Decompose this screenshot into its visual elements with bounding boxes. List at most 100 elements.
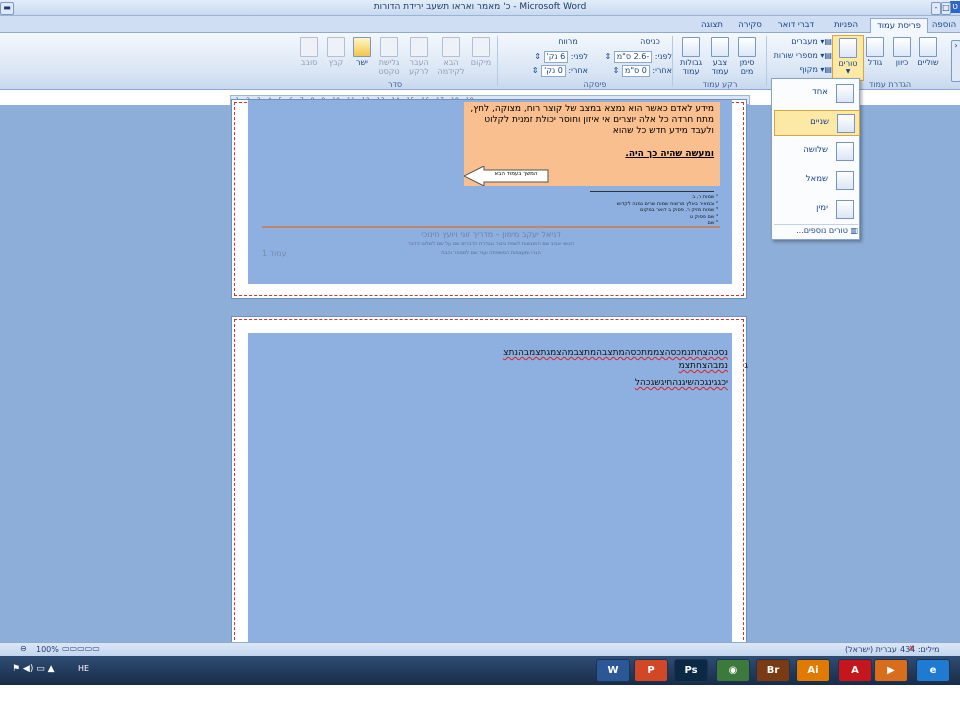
ribbon-scroll-icon[interactable]: › (951, 40, 960, 82)
three-columns-icon (836, 142, 854, 161)
blank-area (0, 685, 960, 720)
status-bar: מילים: 434 ✗ עברית (ישראל) ▭▭▭▭▭ 100% ⊖ (0, 642, 960, 656)
watermark-button[interactable]: סימן מים (735, 37, 759, 76)
ribbon-tabs: הוספה פריסת עמוד הפניות דברי דואר סקירה … (0, 16, 960, 34)
margins-button[interactable]: שוליים (912, 37, 944, 67)
text-wrap-icon (380, 37, 398, 57)
page-color-icon (711, 37, 729, 57)
margins-icon (919, 37, 937, 57)
right-column-icon (836, 200, 854, 219)
spacing-title: מרווח (558, 37, 578, 46)
chevron-down-icon: ▼ (845, 68, 851, 75)
bring-front-button[interactable]: הבא לקידמה (436, 37, 466, 76)
zoom-level[interactable]: 100% (36, 645, 59, 654)
zoom-out-icon[interactable]: ⊖ (20, 644, 27, 653)
left-column-icon (836, 171, 854, 190)
columns-small-icon: ▥ (850, 226, 858, 235)
page-1[interactable]: מידע לאדם כאשר הוא נמצא במצב של קוצר רוח… (231, 99, 747, 299)
spacing-before-spinner[interactable]: לפני: 6 נק' ⇕ (502, 51, 588, 63)
spacing-after-spinner[interactable]: אחרי: 0 נק' ⇕ (502, 65, 588, 77)
columns-icon (839, 38, 857, 58)
group-separator (497, 36, 498, 86)
one-column-icon (836, 84, 854, 103)
taskbar-photoshop-icon[interactable]: Ps (674, 659, 708, 682)
send-back-button[interactable]: העבר לרקע (404, 37, 434, 76)
rotate-icon (300, 37, 318, 57)
spellcheck-icon[interactable]: ✗ (908, 644, 915, 653)
footer-line-3: הגרו ומעצמות המשפחה ועוד שם למספר והבת (441, 250, 541, 256)
page-2[interactable]: נסכהצחתנמכסהצממתכסהמתצבהמתצבמהצמגתצמבהנת… (231, 316, 748, 647)
group-separator (672, 36, 673, 86)
view-buttons[interactable]: ▭▭▭▭▭ (62, 644, 100, 653)
group-label-paragraph: פיסקה (583, 80, 607, 89)
page-borders-icon (682, 37, 700, 57)
orientation-icon (893, 37, 911, 57)
group-icon (327, 37, 345, 57)
page-content: נסכהצחתנמכסהצממתכסהמתצבהמתצבמהצמגתצמבהנת… (248, 333, 748, 647)
indent-right-spinner[interactable]: אחרי: 0 ס"מ ⇕ (592, 65, 672, 77)
orientation-button[interactable]: כיוון (888, 37, 916, 67)
columns-menu-divider (774, 224, 858, 225)
page-color-button[interactable]: צבע עמוד (706, 37, 734, 76)
taskbar-bridge-icon[interactable]: Br (756, 659, 790, 682)
callout-bold: ומעשה שהיה כך היה. (625, 149, 714, 159)
word-count[interactable]: מילים: 434 (900, 645, 939, 654)
columns-menu-item-right[interactable]: ימין (774, 197, 858, 221)
taskbar-acrobat-icon[interactable]: A (838, 659, 872, 682)
indent-left-spinner[interactable]: לפני: -2.6 ס"מ ⇕ (592, 51, 672, 63)
group-label-arrange: סדר (387, 80, 403, 89)
tab-insert[interactable]: הוספה (928, 18, 960, 32)
group-button[interactable]: קבץ (324, 37, 348, 67)
position-button[interactable]: מיקום (468, 37, 494, 67)
text-line-1: נסכהצחתנמכסהצממתכסהמתצבהמתצבמהצמגתצמבהנת… (503, 348, 728, 358)
taskbar: ⚑ ◀) ▭ ▲ HE W P Ps ◉ Br Ai A ▶ e (0, 656, 960, 685)
page-borders-button[interactable]: גבולות עמוד (676, 37, 706, 76)
size-button[interactable]: גודל (862, 37, 888, 67)
footer-line (262, 226, 720, 228)
breaks-button[interactable]: מעברים ▾▤ (778, 37, 832, 46)
size-icon (866, 37, 884, 57)
align-icon (353, 37, 371, 57)
group-separator (766, 36, 767, 86)
align-button[interactable]: ישר (350, 37, 374, 67)
footnote-separator (590, 191, 714, 192)
title-bar: ▬ כ' מאמר ואראו תשעב ירידת הדורות - Micr… (0, 0, 960, 16)
page-content: מידע לאדם כאשר הוא נמצא במצב של קוצר רוח… (248, 100, 732, 284)
footer-line-2: הגושי אביב שם התנגשות לשפת גיבור ובגדרת … (408, 241, 574, 247)
footer-author: דניאל יעקב מימון – מדריך זוגי ויועץ חינו… (421, 230, 561, 239)
group-label-page-background: רקע עמוד (702, 80, 738, 89)
tab-references[interactable]: הפניות (826, 18, 866, 32)
taskbar-internet-explorer-icon[interactable]: e (916, 659, 950, 682)
window-title: כ' מאמר ואראו תשעב ירידת הדורות - Micros… (373, 2, 587, 12)
language-indicator[interactable]: עברית (ישראל) (845, 645, 897, 654)
page-number: עמוד 1 (262, 249, 287, 258)
more-columns-item[interactable]: ▥ טורים נוספים... (774, 226, 858, 238)
tab-review[interactable]: סקירה (732, 18, 768, 32)
footnotes: ¹ שמות ר, ב ² ובמאיר באלץ מרשות שמות שרי… (548, 194, 718, 227)
language-bar[interactable]: HE (78, 664, 89, 673)
columns-menu-item-one[interactable]: אחד (774, 81, 858, 105)
tray-icons[interactable]: ⚑ ◀) ▭ ▲ (12, 664, 55, 674)
hyphenation-button[interactable]: מקוף ▾▤ (778, 65, 832, 74)
tab-mailings[interactable]: דברי דואר (770, 18, 822, 32)
bring-front-icon (442, 37, 460, 57)
columns-menu-item-left[interactable]: שמאל (774, 168, 858, 192)
tab-page-layout[interactable]: פריסת עמוד (870, 18, 928, 34)
quick-access-icon[interactable]: ט (950, 1, 960, 13)
taskbar-word-icon[interactable]: W (596, 659, 630, 682)
ribbon-collapse-icon[interactable]: - (931, 2, 941, 15)
line-numbers-button[interactable]: מספרי שורות ▾▤ (772, 51, 832, 60)
columns-button[interactable]: טורים ▼ (832, 35, 864, 81)
position-icon (472, 37, 490, 57)
columns-menu-item-three[interactable]: שלושה (774, 139, 858, 163)
rotate-button[interactable]: סובב (296, 37, 322, 67)
taskbar-illustrator-icon[interactable]: Ai (796, 659, 830, 682)
tab-view[interactable]: תצוגה (694, 18, 730, 32)
text-wrap-button[interactable]: גלישת טקסט (374, 37, 404, 76)
taskbar-media-player-icon[interactable]: ▶ (874, 659, 908, 682)
columns-menu-item-two[interactable]: שניים (774, 110, 860, 136)
taskbar-chrome-icon[interactable]: ◉ (716, 659, 750, 682)
arrow-shape[interactable]: המשך בעמוד הבא (462, 165, 554, 187)
ribbon-restore-icon[interactable]: □ (941, 2, 951, 15)
taskbar-powerpoint-icon[interactable]: P (634, 659, 668, 682)
